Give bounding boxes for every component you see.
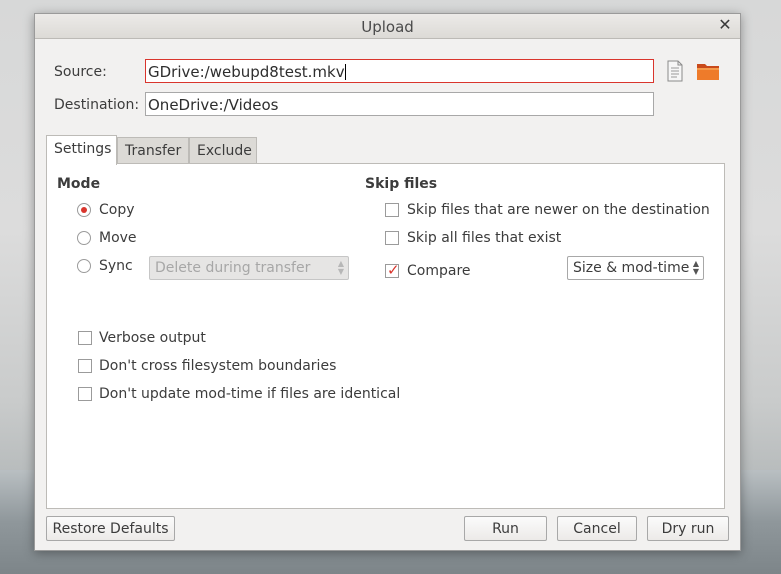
- mode-sync-label: Sync: [99, 258, 133, 274]
- destination-label: Destination:: [54, 97, 140, 113]
- sync-mode-value: Delete during transfer: [155, 260, 311, 276]
- tab-settings[interactable]: Settings: [46, 135, 117, 165]
- close-icon[interactable]: ✕: [716, 16, 734, 34]
- compare-mode-select[interactable]: Size & mod-time ▲ ▼: [567, 256, 704, 280]
- source-field[interactable]: GDrive:/webupd8test.mkv: [145, 59, 654, 83]
- settings-panel: Mode Copy Move Sync Delete during transf…: [46, 163, 725, 509]
- mode-move-label: Move: [99, 230, 137, 246]
- tab-exclude[interactable]: Exclude: [189, 137, 257, 164]
- no-update-modtime-label: Don't update mod-time if files are ident…: [99, 386, 401, 402]
- spin-arrows-icon: ▲ ▼: [337, 259, 344, 276]
- mode-copy-label: Copy: [99, 202, 135, 218]
- skip-existing-label: Skip all files that exist: [407, 230, 562, 246]
- restore-defaults-button[interactable]: Restore Defaults: [46, 516, 175, 541]
- skip-files-title: Skip files: [365, 176, 438, 192]
- mode-title: Mode: [57, 176, 101, 192]
- verbose-label: Verbose output: [99, 330, 206, 346]
- spin-arrows-icon: ▲ ▼: [692, 259, 699, 276]
- run-button[interactable]: Run: [464, 516, 547, 541]
- window-title: Upload: [361, 18, 414, 36]
- no-cross-fs-label: Don't cross filesystem boundaries: [99, 358, 337, 374]
- mode-move-radio[interactable]: [77, 231, 91, 245]
- folder-icon[interactable]: [695, 60, 721, 82]
- skip-existing-checkbox[interactable]: [385, 231, 399, 245]
- compare-label: Compare: [407, 263, 471, 279]
- tab-transfer[interactable]: Transfer: [117, 137, 189, 164]
- file-icon[interactable]: [664, 60, 686, 82]
- verbose-checkbox[interactable]: [78, 331, 92, 345]
- skip-newer-label: Skip files that are newer on the destina…: [407, 202, 710, 218]
- compare-checkbox[interactable]: ✓: [385, 261, 400, 279]
- title-bar[interactable]: Upload ✕: [35, 14, 740, 39]
- dry-run-button[interactable]: Dry run: [647, 516, 729, 541]
- cancel-button[interactable]: Cancel: [557, 516, 637, 541]
- mode-copy-radio[interactable]: [77, 203, 91, 217]
- checkmark-icon: ✓: [387, 261, 400, 279]
- sync-mode-select[interactable]: Delete during transfer ▲ ▼: [149, 256, 349, 280]
- compare-mode-value: Size & mod-time: [573, 260, 690, 276]
- source-label: Source:: [54, 64, 107, 80]
- no-cross-fs-checkbox[interactable]: [78, 359, 92, 373]
- upload-dialog: Upload ✕ Source: GDrive:/webupd8test.mkv…: [34, 13, 741, 551]
- skip-newer-checkbox[interactable]: [385, 203, 399, 217]
- mode-sync-radio[interactable]: [77, 259, 91, 273]
- no-update-modtime-checkbox[interactable]: [78, 387, 92, 401]
- destination-field[interactable]: OneDrive:/Videos: [145, 92, 654, 116]
